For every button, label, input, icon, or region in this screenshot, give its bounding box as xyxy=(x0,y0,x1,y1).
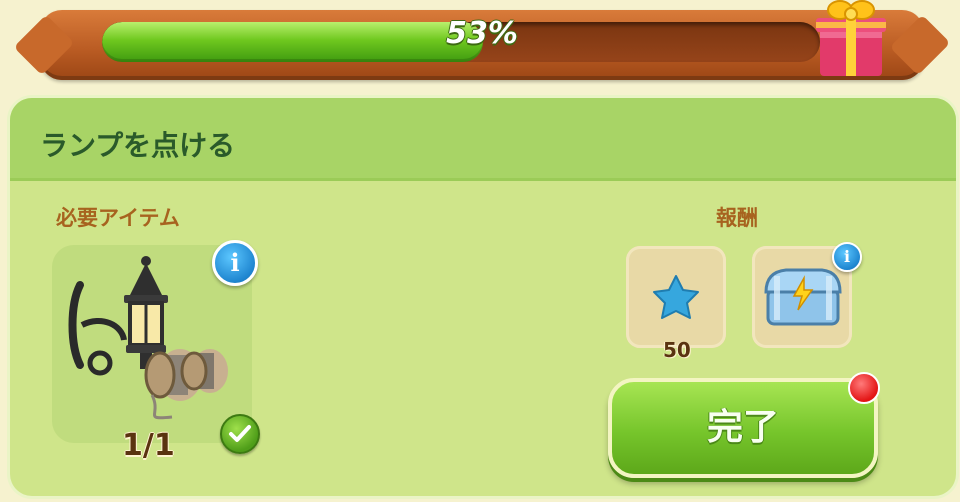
quest-panel: ランプを点ける 必要アイテム 報酬 i 1/1 50 i 完了 xyxy=(10,98,956,496)
notification-dot-icon xyxy=(848,372,880,404)
progress-percent: 53% xyxy=(446,16,518,51)
info-icon[interactable]: i xyxy=(212,240,258,286)
quest-header: ランプを点ける xyxy=(10,98,956,181)
required-items-label: 必要アイテム xyxy=(56,206,180,230)
gift-box-icon[interactable] xyxy=(806,0,896,82)
checkmark-icon xyxy=(220,414,260,454)
complete-button[interactable]: 完了 xyxy=(608,378,878,478)
blue-star-icon xyxy=(653,275,699,319)
reward-card-stars[interactable] xyxy=(626,246,726,348)
progress-bar-frame: 53% xyxy=(40,10,924,80)
quest-title: ランプを点ける xyxy=(40,129,236,162)
item-count: 1/1 xyxy=(122,428,175,463)
info-icon[interactable]: i xyxy=(832,242,862,272)
reward-amount: 50 xyxy=(663,338,691,362)
rewards-label: 報酬 xyxy=(716,206,758,230)
